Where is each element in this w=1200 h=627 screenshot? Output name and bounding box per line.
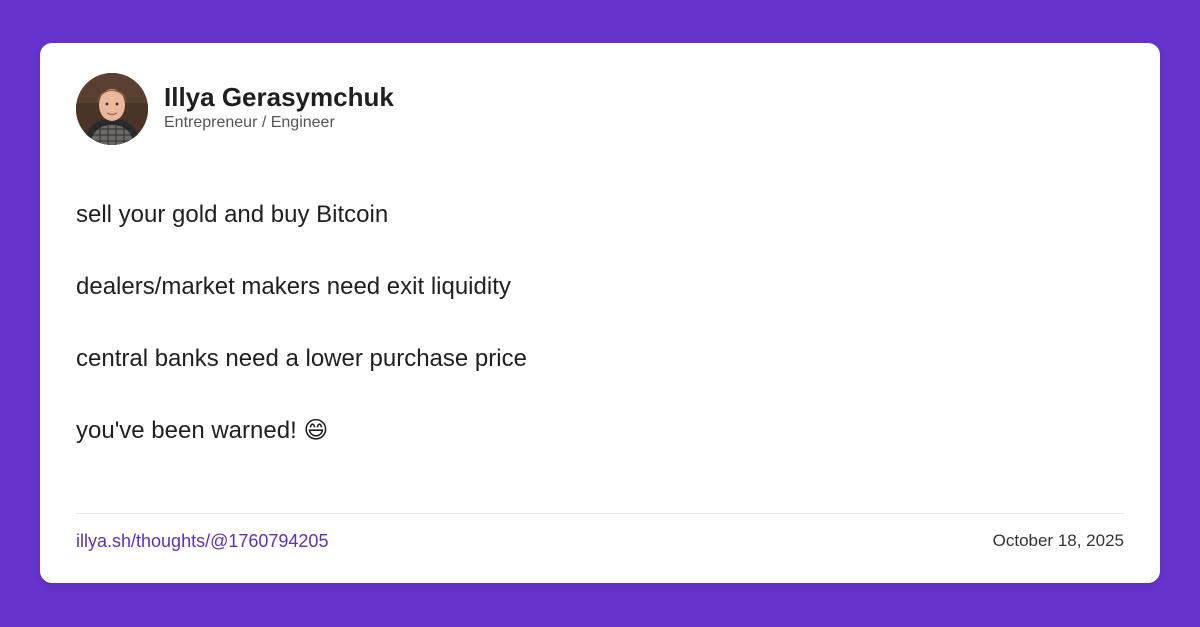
- post-line: central banks need a lower purchase pric…: [76, 345, 527, 372]
- post-date: October 18, 2025: [992, 531, 1124, 550]
- thought-card: Illya Gerasymchuk Entrepreneur / Enginee…: [40, 43, 1160, 583]
- author-header: Illya Gerasymchuk Entrepreneur / Enginee…: [76, 73, 394, 145]
- avatar: [76, 73, 148, 145]
- avatar-portrait-icon: [76, 73, 148, 145]
- author-title: Entrepreneur / Engineer: [164, 114, 335, 131]
- post-line: you've been warned! 😄: [76, 417, 329, 444]
- post-line: dealers/market makers need exit liquidit…: [76, 273, 511, 300]
- permalink[interactable]: illya.sh/thoughts/@1760794205: [76, 529, 328, 553]
- author-info: Illya Gerasymchuk Entrepreneur / Enginee…: [164, 82, 394, 133]
- post-line: sell your gold and buy Bitcoin: [76, 201, 389, 228]
- post-body: sell your gold and buy Bitcoin dealers/m…: [76, 198, 1116, 486]
- author-name: Illya Gerasymchuk: [164, 82, 394, 112]
- footer-divider: [76, 513, 1124, 514]
